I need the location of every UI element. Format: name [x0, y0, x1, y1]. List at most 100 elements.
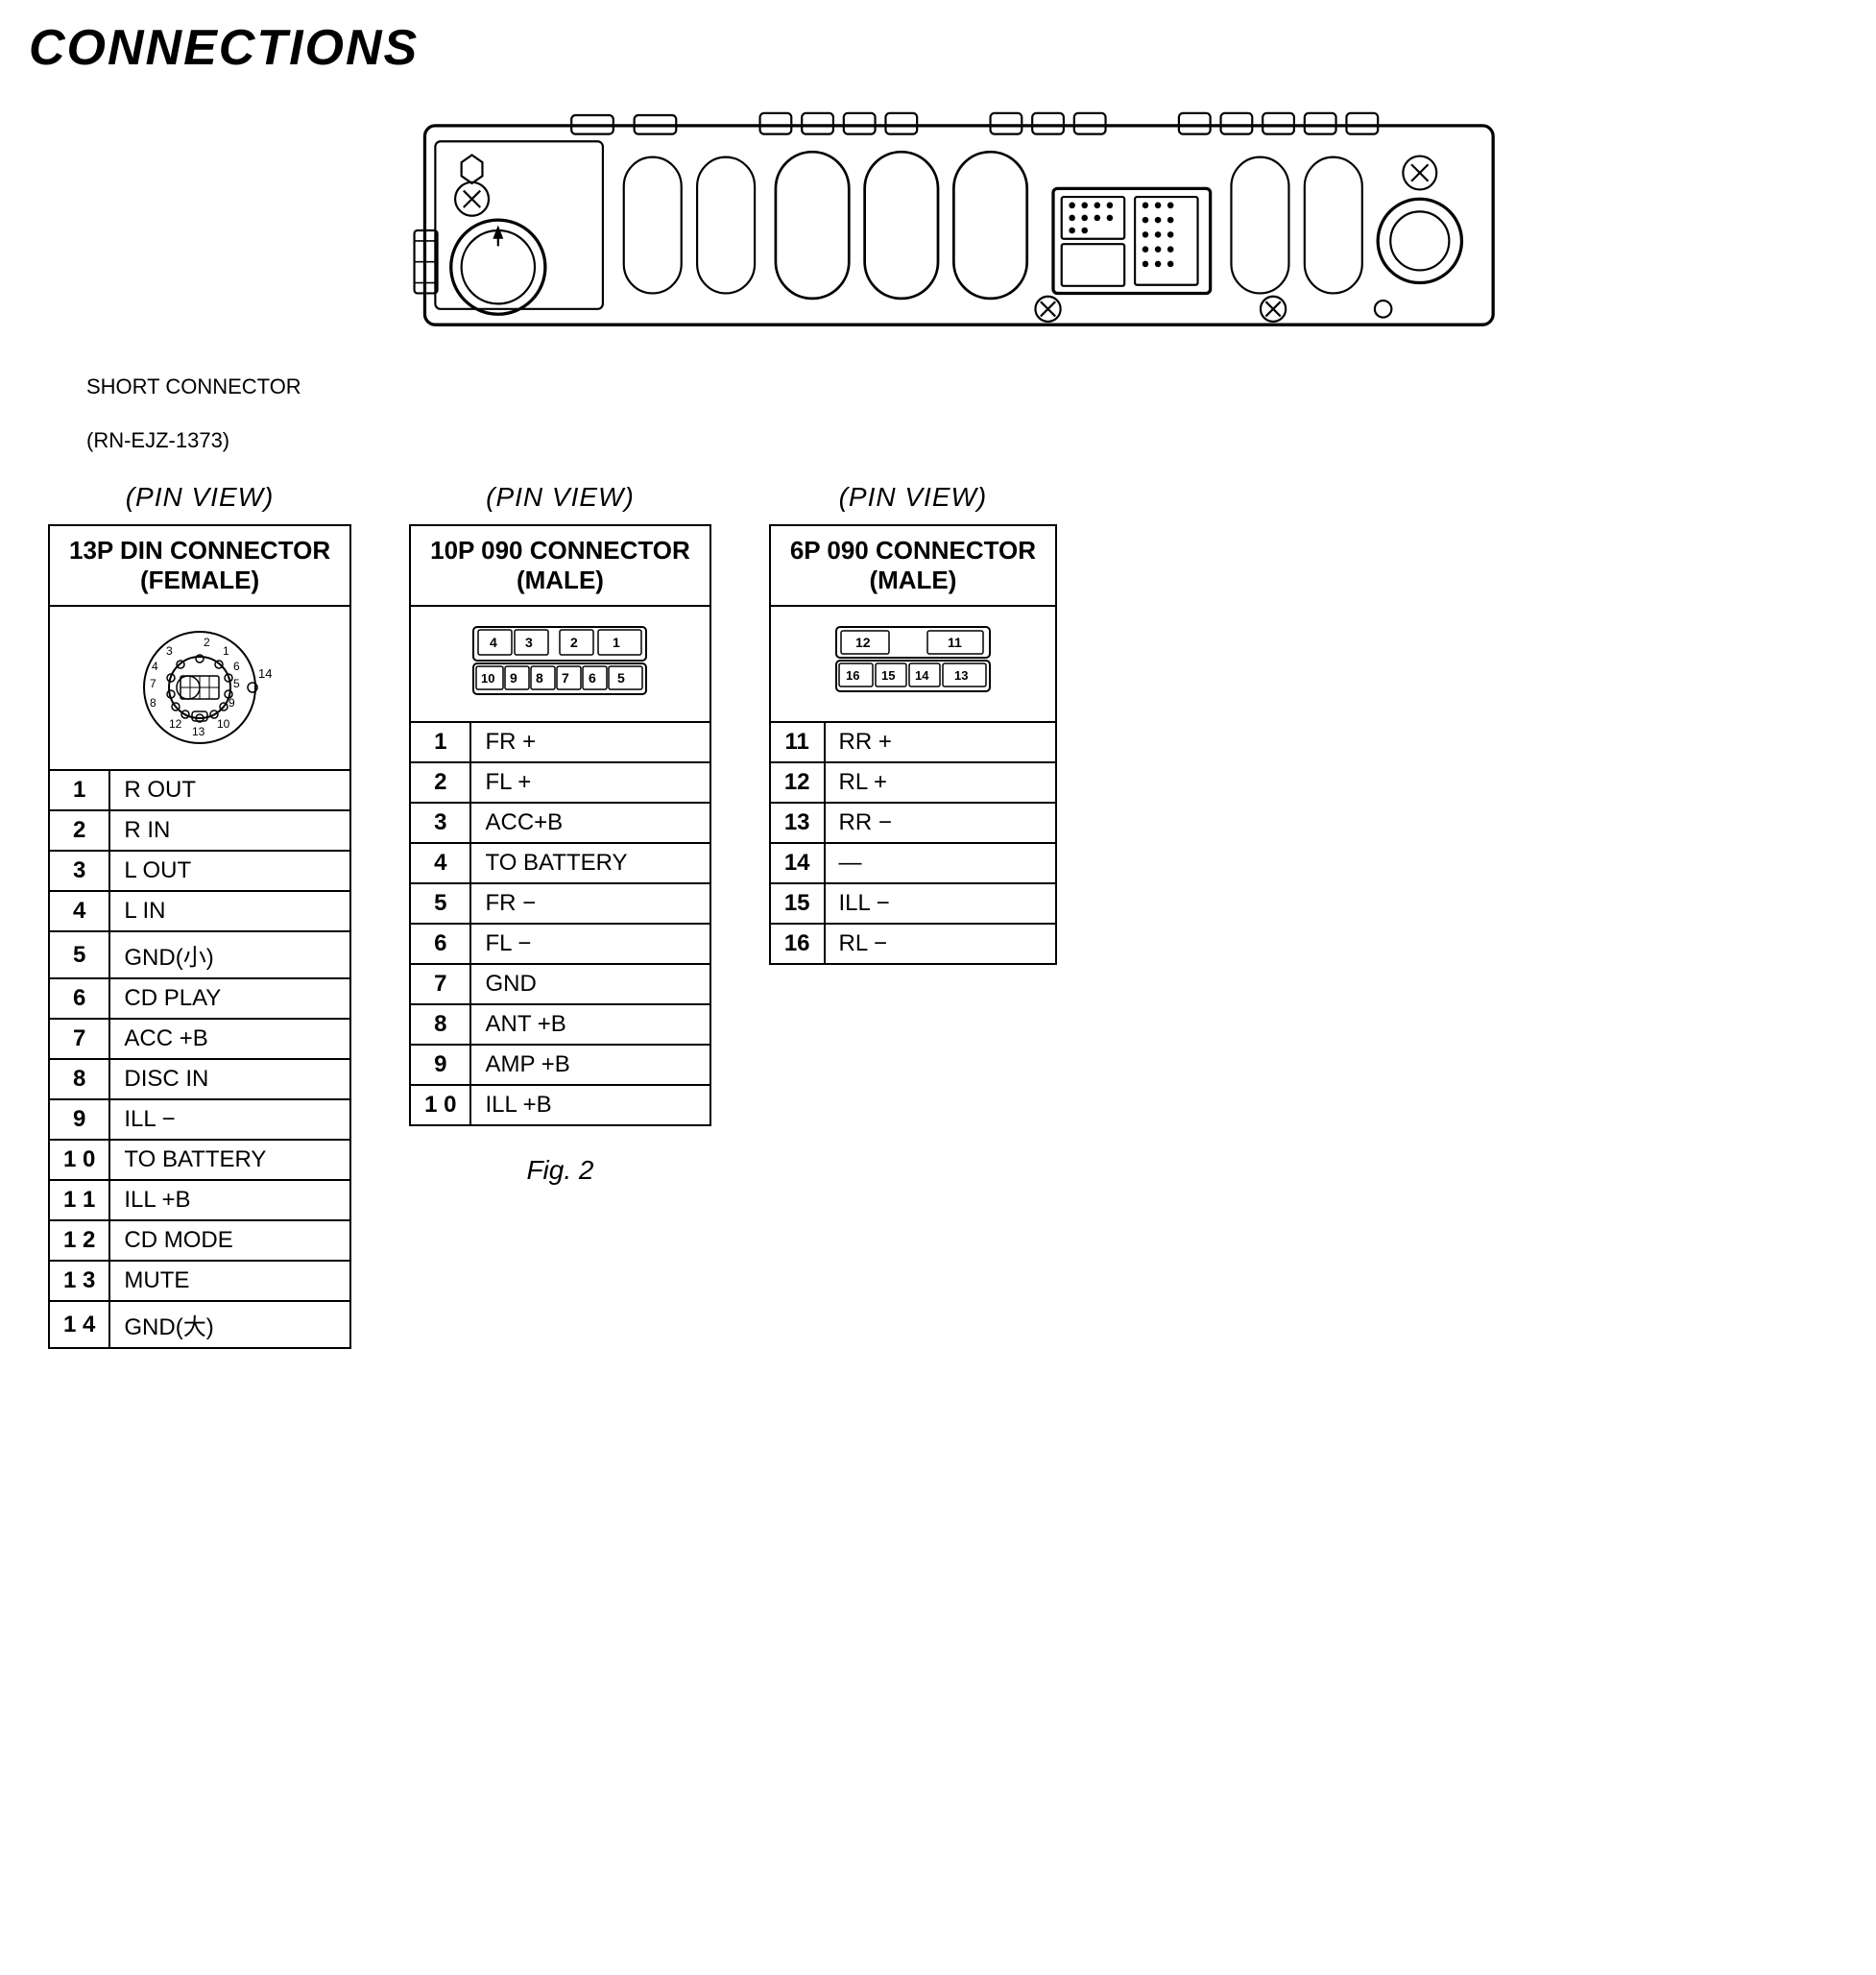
table-row: 11RR +: [770, 722, 1056, 762]
pin-number: 4: [410, 843, 470, 883]
svg-text:8: 8: [536, 670, 543, 686]
pin-name: GND: [470, 964, 710, 1004]
pin-number: 6: [49, 978, 109, 1019]
connector2-table: 10P 090 CONNECTOR (MALE) 4: [409, 524, 711, 1126]
pin-number: 1: [49, 770, 109, 810]
svg-text:9: 9: [228, 696, 235, 710]
svg-text:4: 4: [490, 635, 497, 650]
table-row: 8DISC IN: [49, 1059, 350, 1099]
table-row: 9ILL −: [49, 1099, 350, 1140]
svg-text:15: 15: [881, 668, 895, 683]
table-row: 5GND(小): [49, 931, 350, 978]
pin-name: —: [825, 843, 1057, 883]
pin-name: FL −: [470, 924, 710, 964]
table-row: 1 2CD MODE: [49, 1220, 350, 1261]
pin-number: 1 2: [49, 1220, 109, 1261]
svg-text:4: 4: [152, 660, 158, 673]
table-row: 14—: [770, 843, 1056, 883]
table-row: 1 3MUTE: [49, 1261, 350, 1301]
pin-number: 15: [770, 883, 825, 924]
svg-text:11: 11: [948, 635, 962, 650]
pin-name: GND(大): [109, 1301, 350, 1348]
svg-text:14: 14: [258, 666, 272, 681]
svg-text:6: 6: [589, 670, 596, 686]
svg-text:16: 16: [846, 668, 859, 683]
pin-number: 1 0: [410, 1085, 470, 1125]
table-row: 4TO BATTERY: [410, 843, 710, 883]
connector2-block: (PIN VIEW) 10P 090 CONNECTOR (MALE): [409, 482, 711, 1186]
pin-name: ILL +B: [109, 1180, 350, 1220]
svg-text:13: 13: [954, 668, 968, 683]
connector2-title: 10P 090 CONNECTOR (MALE): [410, 525, 710, 606]
pin-name: TO BATTERY: [109, 1140, 350, 1180]
table-row: 3L OUT: [49, 851, 350, 891]
svg-text:8: 8: [150, 696, 156, 710]
fig-label: Fig. 2: [526, 1155, 593, 1186]
table-row: 16RL −: [770, 924, 1056, 964]
svg-text:7: 7: [150, 677, 156, 690]
table-row: 9AMP +B: [410, 1045, 710, 1085]
pin-name: DISC IN: [109, 1059, 350, 1099]
svg-text:3: 3: [166, 644, 173, 658]
pin-number: 6: [410, 924, 470, 964]
pin-name: L OUT: [109, 851, 350, 891]
table-row: 3ACC+B: [410, 803, 710, 843]
table-row: 1R OUT: [49, 770, 350, 810]
table-row: 1 1ILL +B: [49, 1180, 350, 1220]
pin-name: AMP +B: [470, 1045, 710, 1085]
pin-name: ILL −: [109, 1099, 350, 1140]
pin-name: GND(小): [109, 931, 350, 978]
svg-text:7: 7: [562, 670, 569, 686]
pin-name: ANT +B: [470, 1004, 710, 1045]
pin-name: ILL +B: [470, 1085, 710, 1125]
table-row: 1FR +: [410, 722, 710, 762]
table-row: 13RR −: [770, 803, 1056, 843]
table-row: 4L IN: [49, 891, 350, 931]
pin-number: 8: [410, 1004, 470, 1045]
pin-name: RR +: [825, 722, 1057, 762]
pin-name: FL +: [470, 762, 710, 803]
svg-text:10: 10: [217, 717, 230, 731]
table-row: 2FL +: [410, 762, 710, 803]
connector3-pin-view: (PIN VIEW): [839, 482, 988, 513]
svg-text:1: 1: [613, 635, 620, 650]
pin-number: 1 0: [49, 1140, 109, 1180]
connector1-title: 13P DIN CONNECTOR (FEMALE): [49, 525, 350, 606]
table-row: 7ACC +B: [49, 1019, 350, 1059]
pin-name: CD MODE: [109, 1220, 350, 1261]
page-title: CONNECTIONS: [29, 19, 1847, 77]
pin-number: 1 4: [49, 1301, 109, 1348]
pin-number: 14: [770, 843, 825, 883]
pin-name: ACC +B: [109, 1019, 350, 1059]
svg-text:2: 2: [570, 635, 578, 650]
svg-text:14: 14: [915, 668, 929, 683]
pin-name: R OUT: [109, 770, 350, 810]
pin-name: ACC+B: [470, 803, 710, 843]
pin-number: 13: [770, 803, 825, 843]
pin-name: MUTE: [109, 1261, 350, 1301]
pin-number: 5: [49, 931, 109, 978]
connector1-diagram: 14 2 1 3 4: [49, 606, 350, 770]
pin-name: FR +: [470, 722, 710, 762]
table-row: 6CD PLAY: [49, 978, 350, 1019]
table-row: 2R IN: [49, 810, 350, 851]
svg-text:1: 1: [223, 644, 229, 658]
pin-name: RL −: [825, 924, 1057, 964]
pin-name: RR −: [825, 803, 1057, 843]
pin-number: 5: [410, 883, 470, 924]
svg-text:6: 6: [233, 660, 240, 673]
pin-number: 11: [770, 722, 825, 762]
table-row: 1 4GND(大): [49, 1301, 350, 1348]
table-row: 8ANT +B: [410, 1004, 710, 1045]
connector1-pin-view: (PIN VIEW): [126, 482, 275, 513]
pin-name: ILL −: [825, 883, 1057, 924]
pin-number: 7: [410, 964, 470, 1004]
connector1-block: (PIN VIEW) 13P DIN CONNECTOR (FEMALE): [48, 482, 351, 1349]
pin-number: 2: [410, 762, 470, 803]
table-row: 6FL −: [410, 924, 710, 964]
table-row: 12RL +: [770, 762, 1056, 803]
device-diagram: [362, 96, 1514, 365]
table-row: 1 0ILL +B: [410, 1085, 710, 1125]
connector3-diagram: 12 11 16 15 14: [770, 606, 1056, 722]
connector2-diagram: 4 3 2 1 10: [410, 606, 710, 722]
